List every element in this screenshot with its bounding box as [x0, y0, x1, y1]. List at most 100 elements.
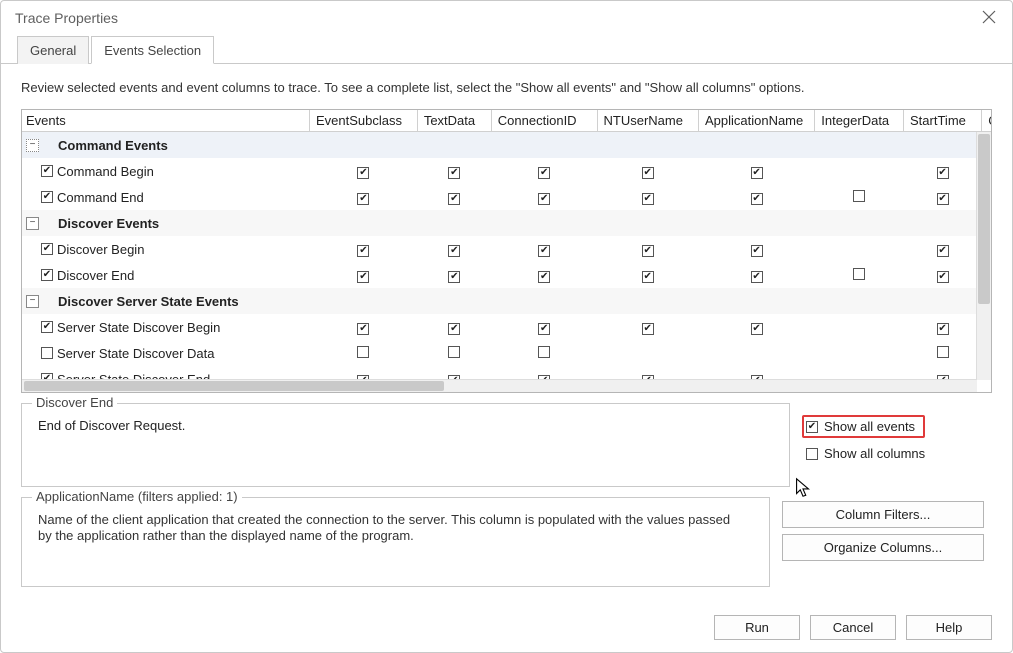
close-icon[interactable]: [976, 6, 1002, 31]
group-row[interactable]: −Errors and Warnings: [22, 392, 992, 393]
cell-checkbox[interactable]: [357, 346, 369, 358]
event-description-legend: Discover End: [32, 395, 117, 410]
group-row[interactable]: −Command Events: [22, 132, 992, 159]
cell-checkbox[interactable]: [357, 167, 369, 179]
col-starttime[interactable]: StartTime: [904, 110, 982, 132]
event-row[interactable]: Discover End: [22, 262, 992, 288]
tab-content: Review selected events and event columns…: [1, 64, 1012, 597]
cell-checkbox[interactable]: [538, 346, 550, 358]
header-row: Events EventSubclass TextData Connection…: [22, 110, 992, 132]
trace-properties-dialog: Trace Properties General Events Selectio…: [0, 0, 1013, 653]
cell-checkbox[interactable]: [937, 346, 949, 358]
cell-checkbox[interactable]: [642, 323, 654, 335]
cell-checkbox[interactable]: [448, 193, 460, 205]
event-enable-checkbox[interactable]: [41, 191, 53, 203]
collapse-toggle-icon[interactable]: −: [26, 217, 39, 230]
event-row[interactable]: Command Begin: [22, 158, 992, 184]
show-all-columns-checkbox[interactable]: [806, 448, 818, 460]
cell-checkbox[interactable]: [937, 271, 949, 283]
window-title: Trace Properties: [15, 10, 118, 26]
tab-events-selection[interactable]: Events Selection: [91, 36, 214, 64]
cell-checkbox[interactable]: [642, 167, 654, 179]
show-all-events-checkbox[interactable]: [806, 421, 818, 433]
event-label: Command End: [57, 190, 144, 205]
column-filters-button[interactable]: Column Filters...: [782, 501, 984, 528]
col-events[interactable]: Events: [22, 110, 310, 132]
cell-checkbox[interactable]: [357, 323, 369, 335]
column-description-legend: ApplicationName (filters applied: 1): [32, 489, 242, 504]
run-button[interactable]: Run: [714, 615, 800, 640]
cell-checkbox[interactable]: [751, 323, 763, 335]
events-table: Events EventSubclass TextData Connection…: [22, 110, 992, 393]
cell-checkbox[interactable]: [751, 271, 763, 283]
col-applicationname[interactable]: ApplicationName: [698, 110, 814, 132]
collapse-toggle-icon[interactable]: −: [26, 295, 39, 308]
dialog-footer: Run Cancel Help: [714, 615, 992, 640]
event-enable-checkbox[interactable]: [41, 347, 53, 359]
cell-checkbox[interactable]: [937, 193, 949, 205]
cell-checkbox[interactable]: [357, 271, 369, 283]
cell-checkbox[interactable]: [538, 271, 550, 283]
cell-checkbox[interactable]: [751, 167, 763, 179]
cell-checkbox[interactable]: [357, 193, 369, 205]
cell-checkbox[interactable]: [448, 245, 460, 257]
event-label: Server State Discover Data: [57, 346, 215, 361]
organize-columns-button[interactable]: Organize Columns...: [782, 534, 984, 561]
event-row[interactable]: Server State Discover Data: [22, 340, 992, 366]
cell-checkbox[interactable]: [937, 323, 949, 335]
tab-general[interactable]: General: [17, 36, 89, 64]
cell-checkbox[interactable]: [538, 167, 550, 179]
cell-checkbox[interactable]: [853, 190, 865, 202]
cell-checkbox[interactable]: [751, 245, 763, 257]
horizontal-scrollbar[interactable]: [22, 379, 977, 392]
cell-checkbox[interactable]: [448, 323, 460, 335]
cell-checkbox[interactable]: [642, 271, 654, 283]
col-extra[interactable]: C: [982, 110, 992, 132]
group-row[interactable]: − Discover Events: [22, 210, 992, 236]
cell-checkbox[interactable]: [751, 193, 763, 205]
display-options: Show all events Show all columns: [802, 403, 992, 487]
col-ntusername[interactable]: NTUserName: [597, 110, 698, 132]
column-description-text: Name of the client application that crea…: [38, 512, 738, 545]
event-description-group: Discover End End of Discover Request.: [21, 403, 790, 487]
cancel-button[interactable]: Cancel: [810, 615, 896, 640]
col-eventsubclass[interactable]: EventSubclass: [310, 110, 418, 132]
help-button[interactable]: Help: [906, 615, 992, 640]
col-integerdata[interactable]: IntegerData: [815, 110, 904, 132]
event-row[interactable]: Server State Discover Begin: [22, 314, 992, 340]
column-description-group: ApplicationName (filters applied: 1) Nam…: [21, 497, 770, 587]
cell-checkbox[interactable]: [937, 245, 949, 257]
event-enable-checkbox[interactable]: [41, 243, 53, 255]
show-all-columns-label: Show all columns: [824, 446, 925, 461]
cell-checkbox[interactable]: [538, 245, 550, 257]
event-description-text: End of Discover Request.: [38, 418, 777, 433]
cell-checkbox[interactable]: [357, 245, 369, 257]
cell-checkbox[interactable]: [642, 193, 654, 205]
review-instruction: Review selected events and event columns…: [21, 80, 992, 95]
event-enable-checkbox[interactable]: [41, 269, 53, 281]
event-row[interactable]: Discover Begin: [22, 236, 992, 262]
cell-checkbox[interactable]: [538, 323, 550, 335]
event-enable-checkbox[interactable]: [41, 321, 53, 333]
group-label: Discover Events: [58, 216, 159, 231]
col-textdata[interactable]: TextData: [417, 110, 491, 132]
cell-checkbox[interactable]: [448, 271, 460, 283]
col-connectionid[interactable]: ConnectionID: [491, 110, 597, 132]
events-grid[interactable]: Events EventSubclass TextData Connection…: [21, 109, 992, 393]
collapse-toggle-icon[interactable]: −: [26, 139, 39, 152]
titlebar: Trace Properties: [1, 1, 1012, 35]
event-enable-checkbox[interactable]: [41, 165, 53, 177]
cell-checkbox[interactable]: [538, 193, 550, 205]
tab-strip: General Events Selection: [1, 35, 1012, 64]
event-row[interactable]: Command End: [22, 184, 992, 210]
event-label: Discover Begin: [57, 242, 144, 257]
cell-checkbox[interactable]: [448, 167, 460, 179]
cell-checkbox[interactable]: [937, 167, 949, 179]
cell-checkbox[interactable]: [853, 268, 865, 280]
cell-checkbox[interactable]: [448, 346, 460, 358]
group-row[interactable]: −Discover Server State Events: [22, 288, 992, 314]
vertical-scrollbar[interactable]: [976, 132, 991, 380]
show-all-events-label: Show all events: [824, 419, 915, 434]
cell-checkbox[interactable]: [642, 245, 654, 257]
event-label: Command Begin: [57, 164, 154, 179]
